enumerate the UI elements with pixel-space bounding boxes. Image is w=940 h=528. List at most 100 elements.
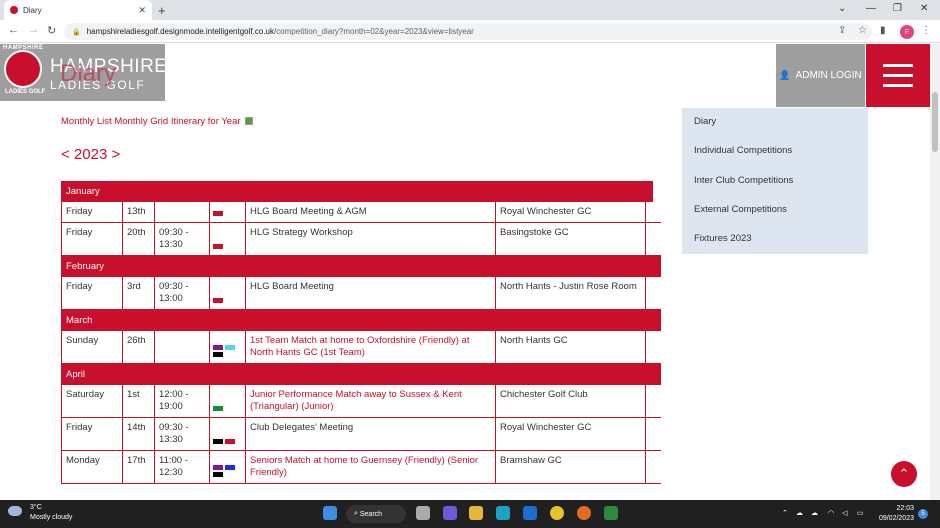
crest-bottom-text: LADIES GOLF: [5, 89, 46, 95]
view-links-text[interactable]: Monthly List Monthly Grid Itinerary for …: [61, 116, 241, 127]
url-host: hampshireladiesgolf.designmode.intellige…: [86, 27, 274, 36]
month-header: March: [61, 310, 661, 331]
side-panel-icon[interactable]: ▮: [880, 25, 886, 36]
year-navigation[interactable]: < 2023 >: [61, 146, 120, 163]
category-swatch-icon: [213, 244, 223, 249]
event-date: 26th: [123, 331, 155, 363]
chrome-icon[interactable]: [550, 506, 564, 520]
onedrive-icon[interactable]: ☁: [811, 509, 818, 517]
page-scrollbar[interactable]: [930, 44, 940, 500]
event-venue: Chichester Golf Club: [496, 385, 646, 417]
event-category-swatches: [210, 331, 246, 363]
battery-icon[interactable]: ▭: [857, 509, 864, 517]
sidebar-item-fixtures-2023[interactable]: Fixtures 2023: [694, 233, 752, 244]
event-day: Friday: [62, 202, 123, 222]
admin-login-button[interactable]: 👤 ADMIN LOGIN: [776, 44, 865, 107]
scrollbar-thumb[interactable]: [932, 92, 938, 152]
event-time: [155, 202, 210, 222]
hamburger-menu-button[interactable]: [866, 44, 930, 107]
event-time: 09:30 - 13:00: [155, 277, 210, 309]
start-icon[interactable]: [323, 506, 337, 520]
volume-icon[interactable]: ◁: [842, 509, 847, 517]
event-time: [155, 331, 210, 363]
event-venue: Royal Winchester GC: [496, 202, 646, 222]
event-row: Monday 17th 11:00 - 12:30 Seniors Match at …: [61, 451, 661, 484]
event-title-link[interactable]: Junior Performance Match away to Sussex …: [246, 385, 496, 417]
taskbar-search[interactable]: ⌕ Search: [346, 505, 406, 523]
restore-icon[interactable]: ❐: [893, 3, 902, 14]
close-tab-icon[interactable]: ✕: [138, 5, 146, 16]
category-swatch-icon: [225, 465, 235, 470]
tab-search-chevron-icon[interactable]: ⌄: [838, 3, 846, 14]
system-clock[interactable]: 22:03 09/02/2023: [874, 504, 914, 524]
event-title: HLG Board Meeting & AGM: [246, 202, 496, 222]
sidebar-item-external-competitions[interactable]: External Competitions: [694, 204, 787, 215]
category-swatch-icon: [213, 406, 223, 411]
address-bar[interactable]: 🔒 hampshireladiesgolf.designmode.intelli…: [64, 23, 872, 40]
event-title: HLG Strategy Workshop: [246, 223, 496, 255]
tray-overflow-icon[interactable]: ⌃: [782, 509, 788, 517]
event-category-swatches: [210, 451, 246, 483]
month-header: January: [61, 181, 653, 202]
sidebar-item-inter-club-competitions[interactable]: Inter Club Competitions: [694, 175, 793, 186]
page-title: Diary: [60, 60, 117, 87]
task-view-icon[interactable]: [416, 506, 430, 520]
event-day: Friday: [62, 418, 123, 450]
event-title-link[interactable]: 1st Team Match at home to Oxfordshire (F…: [246, 331, 496, 363]
site-favicon-icon: [10, 6, 18, 14]
new-tab-button[interactable]: +: [158, 3, 166, 18]
share-icon[interactable]: ⇪: [838, 25, 846, 36]
web-page: HAMPSHIRE LADIES GOLF HAMPSHIRE LADIES G…: [0, 44, 930, 500]
bookmark-star-icon[interactable]: ☆: [858, 25, 867, 36]
windows-taskbar: 3°C Mostly cloudy ⌕ Search ⌃ ☁ ☁ ◠ ◁ ▭ 2…: [0, 500, 940, 528]
category-swatch-icon: [225, 345, 235, 350]
browser-tab[interactable]: Diary ✕: [4, 0, 152, 20]
forward-icon[interactable]: →: [28, 24, 39, 36]
onedrive-icon[interactable]: ☁: [796, 509, 803, 517]
browser-toolbar: ← → ↻ 🔒 hampshireladiesgolf.designmode.i…: [0, 20, 940, 43]
event-category-swatches: [210, 418, 246, 450]
cloud-sun-icon: [8, 506, 22, 516]
event-row: Friday 20th 09:30 - 13:30 HLG Strategy Work…: [61, 223, 661, 256]
clock-time: 22:03: [896, 505, 914, 512]
event-category-swatches: [210, 277, 246, 309]
crest-top-text: HAMPSHIRE: [3, 45, 44, 51]
month-header: February: [61, 256, 661, 277]
sidebar-item-individual-competitions[interactable]: Individual Competitions: [694, 145, 792, 156]
xbox-icon[interactable]: [604, 506, 618, 520]
file-explorer-icon[interactable]: [469, 506, 483, 520]
event-title-link[interactable]: Seniors Match at home to Guernsey (Frien…: [246, 451, 496, 483]
category-swatch-icon: [213, 211, 223, 216]
category-swatch-icon: [213, 472, 223, 477]
sidebar-menu: Diary Individual Competitions Inter Club…: [682, 108, 868, 254]
firefox-icon[interactable]: [577, 506, 591, 520]
scroll-to-top-button[interactable]: ⌃: [891, 461, 917, 487]
event-time: 11:00 - 12:30: [155, 451, 210, 483]
sidebar-item-diary[interactable]: Diary: [694, 116, 716, 127]
crest-icon: [4, 50, 42, 88]
event-row: Sunday 26th 1st Team Match at home to Oxfo…: [61, 331, 661, 364]
category-swatch-icon: [213, 439, 223, 444]
minimize-icon[interactable]: —: [866, 3, 876, 14]
event-date: 20th: [123, 223, 155, 255]
event-row: Saturday 1st 12:00 - 19:00 Junior Performan…: [61, 385, 661, 418]
outlook-icon[interactable]: [523, 506, 537, 520]
reload-icon[interactable]: ↻: [47, 24, 56, 37]
event-category-swatches: [210, 202, 246, 222]
notification-badge[interactable]: 5: [918, 509, 928, 519]
profile-avatar[interactable]: F: [900, 25, 914, 39]
event-category-swatches: [210, 223, 246, 255]
spreadsheet-icon[interactable]: [245, 117, 254, 126]
teams-icon[interactable]: [443, 506, 457, 520]
wifi-icon[interactable]: ◠: [828, 509, 834, 517]
close-window-icon[interactable]: ✕: [920, 3, 928, 14]
event-venue: Bramshaw GC: [496, 451, 646, 483]
user-icon: 👤: [779, 70, 791, 80]
event-title: Club Delegates' Meeting: [246, 418, 496, 450]
edge-icon[interactable]: [496, 506, 510, 520]
event-day: Saturday: [62, 385, 123, 417]
weather-temp: 3°C: [30, 504, 42, 511]
back-icon[interactable]: ←: [8, 24, 19, 36]
browser-menu-icon[interactable]: ⋮: [921, 25, 931, 36]
clock-date: 09/02/2023: [878, 515, 914, 522]
